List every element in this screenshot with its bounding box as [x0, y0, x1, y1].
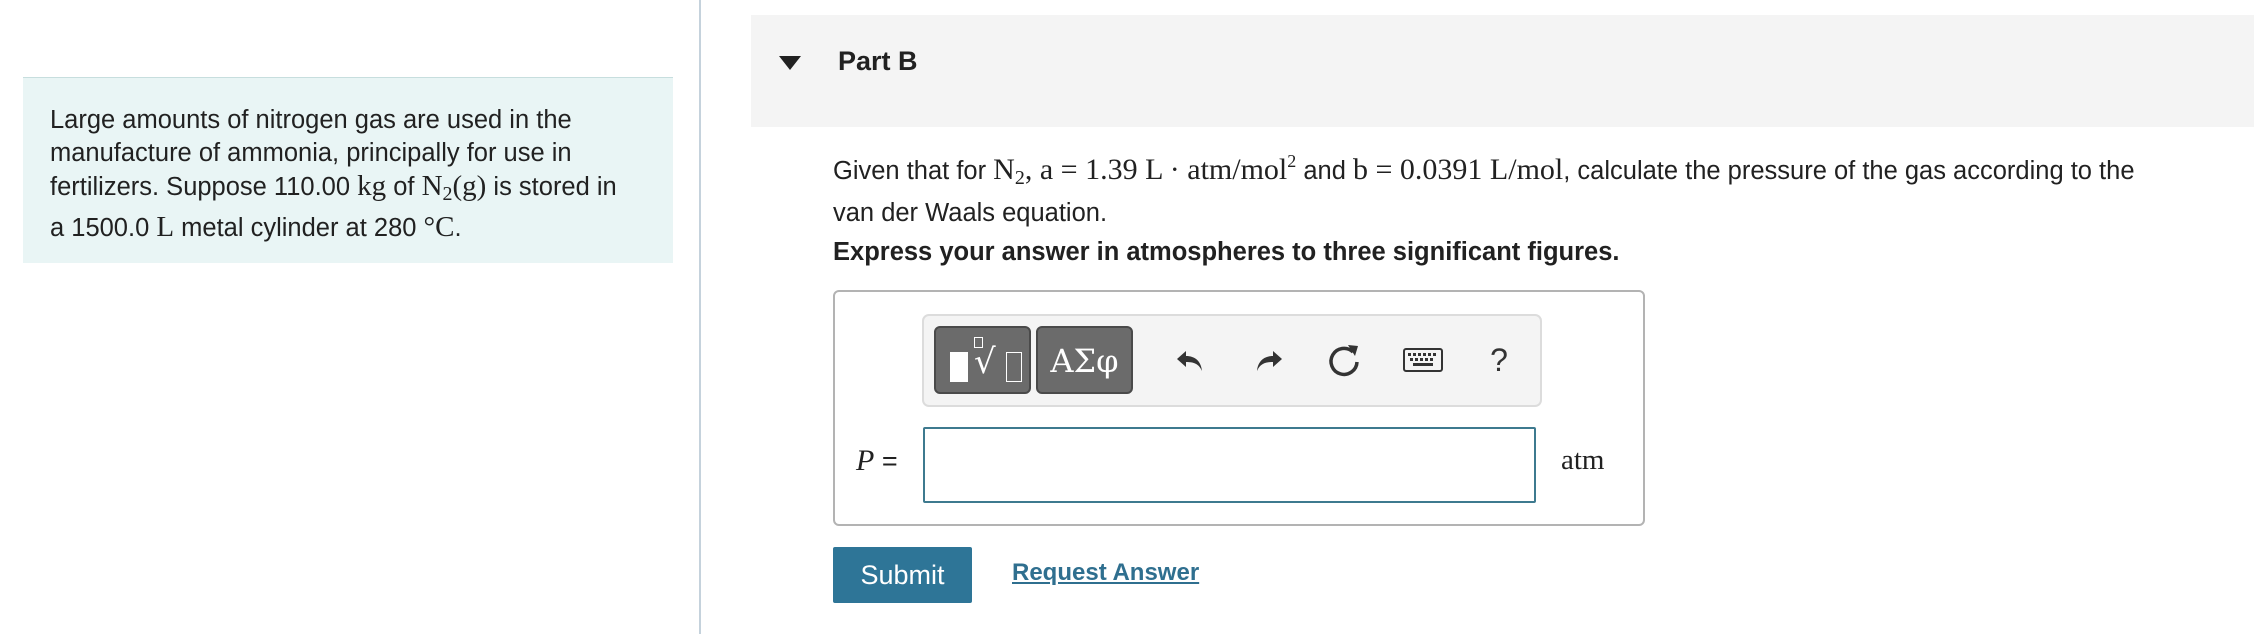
collapse-caret-icon[interactable] — [779, 56, 801, 70]
help-button[interactable]: ? — [1477, 338, 1521, 382]
question-segment: and — [1296, 157, 1353, 185]
answer-instruction: Express your answer in atmospheres to th… — [833, 238, 1620, 266]
undo-icon — [1177, 351, 1202, 371]
intro-text: is stored in — [486, 173, 617, 201]
intro-line: a 1500.0 L metal cylinder at 280 °C. — [50, 211, 647, 245]
undo-button[interactable] — [1169, 338, 1213, 382]
formula-symbol: N — [993, 153, 1015, 186]
problem-intro-panel: Large amounts of nitrogen gas are used i… — [23, 77, 673, 263]
variable-symbol: P — [856, 444, 875, 477]
redo-icon — [1257, 351, 1282, 371]
question-line: Given that for N2, a = 1.39 L · atm/mol2… — [833, 144, 2243, 196]
answer-unit: atm — [1561, 444, 1605, 476]
keyboard-icon — [1403, 348, 1443, 372]
unit-kg: kg — [357, 170, 387, 202]
intro-line: manufacture of ammonia, principally for … — [50, 137, 647, 170]
symbols-button[interactable]: ΑΣφ — [1036, 326, 1133, 394]
intro-line: fertilizers. Suppose 110.00 kg of N2(g) … — [50, 170, 647, 211]
part-header[interactable]: Part B — [751, 15, 2254, 127]
intro-text: a 1500.0 — [50, 214, 157, 242]
question-segment: , calculate the pressure of the gas acco… — [1563, 157, 2135, 185]
answer-variable-label: P = — [856, 444, 898, 478]
formula-n2: N2(g) — [421, 170, 487, 205]
intro-text: . — [454, 214, 462, 242]
templates-button[interactable]: √ — [934, 326, 1031, 394]
radicand-box-icon — [1006, 352, 1022, 382]
math-toolbar: √ ΑΣφ ? — [922, 314, 1542, 407]
unit-liter: L — [156, 211, 175, 243]
constant-a: , a = 1.39 L · atm/mol — [1024, 153, 1288, 186]
submit-button[interactable]: Submit — [833, 547, 972, 603]
formula-symbol: N — [421, 170, 443, 202]
radical-icon: √ — [974, 342, 996, 382]
column-divider — [699, 0, 701, 634]
intro-line: Large amounts of nitrogen gas are used i… — [50, 104, 647, 137]
answer-box: √ ΑΣφ ? P = atm — [833, 290, 1645, 526]
question-formula: N2, a = 1.39 L · atm/mol2 — [993, 151, 1297, 189]
formula-subscript: 2 — [1014, 167, 1025, 189]
placeholder-block-icon — [950, 352, 968, 382]
redo-button[interactable] — [1246, 338, 1290, 382]
reset-button[interactable] — [1322, 338, 1366, 382]
symbols-label: ΑΣφ — [1050, 342, 1119, 380]
keyboard-button[interactable] — [1401, 338, 1445, 382]
reset-icon — [1329, 345, 1359, 377]
request-answer-link[interactable]: Request Answer — [1012, 559, 1199, 587]
answer-input[interactable] — [923, 427, 1536, 503]
unit-degc: °C — [423, 211, 455, 243]
intro-text: manufacture of ammonia, principally for … — [50, 139, 572, 167]
formula-state: (g) — [452, 170, 487, 202]
formula-subscript: 2 — [442, 183, 453, 205]
intro-text: of — [386, 173, 422, 201]
question-line: van der Waals equation. — [833, 199, 1108, 227]
constant-b: b = 0.0391 L/mol — [1353, 153, 1564, 186]
part-title: Part B — [838, 46, 918, 76]
intro-text: Large amounts of nitrogen gas are used i… — [50, 106, 572, 134]
intro-text: fertilizers. Suppose 110.00 — [50, 173, 358, 201]
exponent: 2 — [1287, 151, 1297, 171]
intro-text: metal cylinder at 280 — [174, 214, 424, 242]
question-text: Given that for N2, a = 1.39 L · atm/mol2… — [833, 144, 2243, 231]
question-segment: Given that for — [833, 157, 994, 185]
equals-sign: = — [874, 446, 898, 476]
